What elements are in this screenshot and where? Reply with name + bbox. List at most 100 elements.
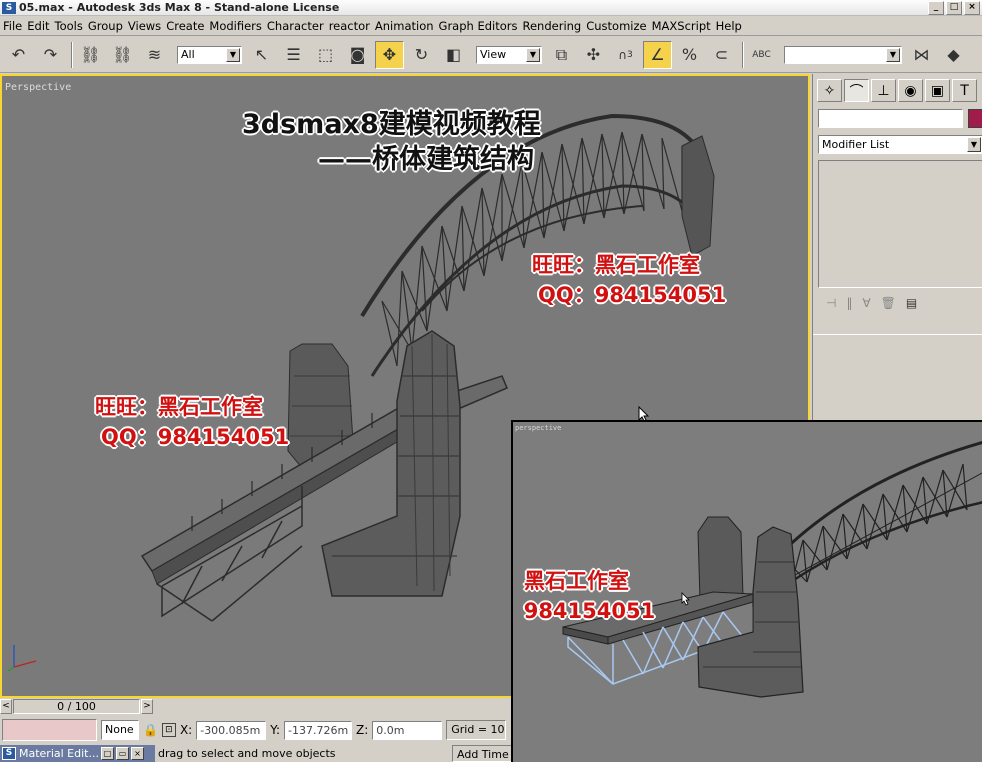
selection-count: None S [101, 720, 139, 740]
chevron-down-icon: ▼ [967, 137, 981, 152]
menu-tools[interactable]: Tools [55, 19, 88, 33]
modifier-list-dropdown[interactable]: Modifier List ▼ [818, 135, 982, 154]
command-panel-tabs: ✧ ⌒ ⊥ ◉ ▣ T [813, 74, 982, 105]
toolbar-separator [71, 41, 73, 68]
modify-tab-icon[interactable]: ⌒ [844, 79, 869, 102]
select-object-icon[interactable]: ↖ [247, 41, 276, 69]
viewport-label[interactable]: Perspective [5, 82, 71, 93]
lock-selection-icon[interactable]: 🔒 [143, 723, 158, 737]
restore-button[interactable]: □ [100, 747, 114, 760]
menu-create[interactable]: Create [166, 19, 209, 33]
align-icon[interactable]: ◆ [939, 41, 968, 69]
secondary-perspective-viewport[interactable]: perspective 黑石工作室 984154051 [511, 420, 982, 762]
window-controls: _ □ × [928, 1, 980, 15]
mouse-cursor-icon [681, 592, 690, 606]
x-coordinate-field[interactable]: -300.085m [196, 720, 267, 740]
snap-toggle-icon[interactable]: ∩ 3 [611, 41, 640, 69]
prompt-text: drag to select and move objects [158, 747, 336, 760]
watermark-qq: QQ：984154051 [513, 599, 656, 623]
rectangular-selection-icon[interactable]: ⬚ [311, 41, 340, 69]
title-bar: S 05.max - Autodesk 3ds Max 8 - Stand-al… [0, 0, 982, 16]
manipulate-icon[interactable]: ✣ [579, 41, 608, 69]
menu-graph-editors[interactable]: Graph Editors [439, 19, 523, 33]
selection-filter-dropdown[interactable]: All ▼ [177, 45, 242, 64]
edit-named-selection-icon[interactable]: ABC [747, 41, 776, 69]
add-time-tag-button[interactable]: Add Time T [452, 745, 514, 762]
menu-modifiers[interactable]: Modifiers [209, 19, 267, 33]
object-color-swatch[interactable] [968, 109, 982, 128]
menu-file[interactable]: File [3, 19, 27, 33]
angle-snap-icon[interactable]: ∠ [643, 40, 672, 69]
modifier-stack[interactable] [818, 160, 982, 288]
material-editor-label: Material Edit... [19, 747, 99, 760]
select-link-icon[interactable]: ⛓ [76, 41, 105, 69]
bind-space-warp-icon[interactable]: ≋ [140, 41, 169, 69]
absolute-mode-icon[interactable]: ⊡ [161, 723, 176, 737]
configure-modifier-sets-icon[interactable]: ▤ [906, 296, 917, 310]
menu-character[interactable]: Character [267, 19, 329, 33]
x-label: X: [179, 723, 193, 737]
3ds-max-icon[interactable]: S [2, 1, 16, 14]
menu-edit[interactable]: Edit [27, 19, 54, 33]
hierarchy-tab-icon[interactable]: ⊥ [871, 79, 896, 102]
prev-frame-button[interactable]: < [0, 698, 12, 714]
named-selection-dropdown[interactable]: ▼ [784, 45, 902, 64]
menu-customize[interactable]: Customize [586, 19, 651, 33]
select-by-name-icon[interactable]: ☰ [279, 41, 308, 69]
make-unique-icon[interactable]: ∀ [862, 296, 870, 310]
percent-snap-icon[interactable]: % [675, 41, 704, 69]
y-coordinate-field[interactable]: -137.726m [284, 720, 352, 740]
axis-tripod-icon [7, 645, 37, 672]
reference-coordinate-dropdown[interactable]: View ▼ [476, 45, 542, 64]
select-and-move-icon[interactable]: ✥ [375, 40, 404, 69]
watermark-wangwang: 旺旺：黑石工作室 [532, 253, 700, 277]
watermark-qq: QQ：984154051 [538, 283, 727, 307]
menu-views[interactable]: Views [128, 19, 166, 33]
material-editor-taskbar[interactable]: S Material Edit... □ ▭ × [0, 745, 155, 762]
unlink-icon[interactable]: ⛓ [108, 41, 137, 69]
chevron-down-icon: ▼ [226, 47, 240, 62]
main-toolbar: ↶ ↷ ⛓ ⛓ ≋ All ▼ ↖ ☰ ⬚ ◙ ✥ ↻ ◧ View ▼ ⧉ ✣… [0, 37, 982, 73]
minimize-button[interactable]: _ [928, 1, 944, 15]
toolbar-separator [742, 41, 744, 68]
close-button[interactable]: × [130, 747, 144, 760]
create-tab-icon[interactable]: ✧ [817, 79, 842, 102]
grid-spacing: Grid = 10.0m [446, 720, 507, 740]
pivot-center-icon[interactable]: ⧉ [547, 41, 576, 69]
window-title: 05.max - Autodesk 3ds Max 8 - Stand-alon… [19, 1, 340, 14]
select-and-scale-icon[interactable]: ◧ [439, 41, 468, 69]
selection-filter-value: All [181, 48, 195, 61]
menu-help[interactable]: Help [716, 19, 747, 33]
far-pylon [697, 516, 744, 601]
z-label: Z: [356, 723, 369, 737]
time-slider-bar: < 0 / 100 > [0, 698, 515, 714]
pin-stack-icon[interactable]: ⊣ [826, 296, 836, 310]
object-name-field[interactable] [818, 109, 963, 128]
show-end-result-icon[interactable]: ‖ [846, 296, 852, 310]
display-tab-icon[interactable]: ▣ [925, 79, 950, 102]
motion-tab-icon[interactable]: ◉ [898, 79, 923, 102]
z-coordinate-field[interactable]: 0.0m [372, 720, 443, 740]
close-button[interactable]: × [964, 1, 980, 15]
restore-button[interactable]: □ [946, 1, 962, 15]
spinner-snap-icon[interactable]: ⊂ [707, 41, 736, 69]
reference-coordinate-value: View [480, 48, 507, 61]
redo-icon[interactable]: ↷ [36, 41, 65, 69]
menu-reactor[interactable]: reactor [329, 19, 375, 33]
menu-maxscript[interactable]: MAXScript [652, 19, 716, 33]
menu-animation[interactable]: Animation [375, 19, 439, 33]
next-frame-button[interactable]: > [141, 698, 153, 714]
menu-rendering[interactable]: Rendering [523, 19, 587, 33]
select-and-rotate-icon[interactable]: ↻ [407, 41, 436, 69]
maximize-button[interactable]: ▭ [115, 747, 129, 760]
menu-group[interactable]: Group [88, 19, 128, 33]
maxscript-listener-mini[interactable] [2, 719, 97, 741]
snap-label: 3 [627, 49, 633, 60]
utilities-tab-icon[interactable]: T [952, 79, 977, 102]
tutorial-subtitle: ——桥体建筑结构 [318, 144, 534, 175]
remove-modifier-icon[interactable]: 🗑 [881, 296, 896, 310]
mirror-icon[interactable]: ⋈ [907, 41, 936, 69]
window-crossing-icon[interactable]: ◙ [343, 41, 372, 69]
time-slider[interactable]: 0 / 100 [13, 698, 140, 714]
undo-icon[interactable]: ↶ [4, 41, 33, 69]
